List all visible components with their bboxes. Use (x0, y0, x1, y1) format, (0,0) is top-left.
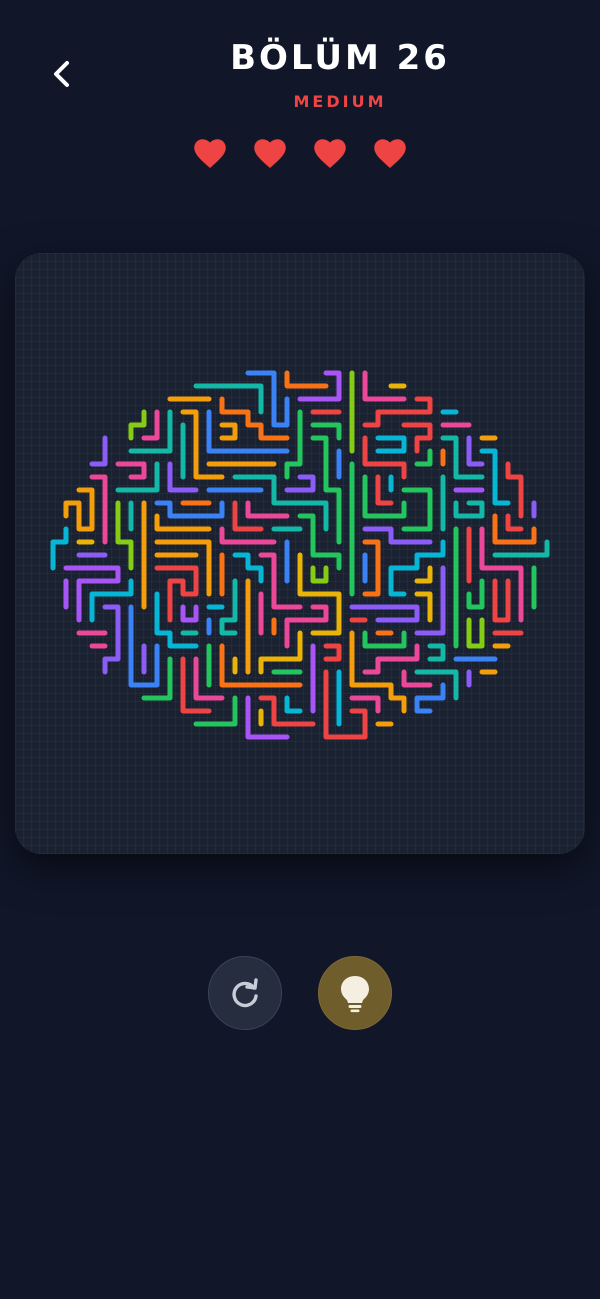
hint-button[interactable] (318, 956, 392, 1030)
maze-path[interactable] (440, 435, 485, 480)
restart-icon (232, 978, 258, 1008)
maze-path[interactable] (245, 695, 290, 740)
maze-path[interactable] (401, 487, 433, 532)
maze-path[interactable] (128, 409, 173, 454)
maze-path[interactable] (466, 578, 485, 610)
maze-path[interactable] (180, 409, 225, 480)
maze-path[interactable] (63, 487, 95, 532)
maze-path[interactable] (89, 578, 134, 623)
maze-path[interactable] (323, 643, 342, 662)
maze-path[interactable] (427, 643, 446, 662)
maze-path[interactable] (89, 435, 108, 467)
maze-path[interactable] (453, 500, 485, 519)
maze-path[interactable] (362, 643, 420, 675)
maze-path[interactable] (154, 565, 199, 623)
maze-path[interactable] (297, 513, 342, 571)
lives-display (0, 136, 600, 172)
maze-path[interactable] (466, 617, 485, 649)
maze-path[interactable] (284, 695, 303, 714)
heart-icon (314, 139, 346, 168)
level-title: BÖLÜM 26 (230, 38, 450, 78)
maze-path[interactable] (258, 552, 303, 610)
maze-lines[interactable] (15, 253, 585, 854)
maze-path[interactable] (232, 552, 264, 584)
maze-path[interactable] (505, 461, 524, 519)
maze-path[interactable] (362, 396, 433, 428)
maze-path[interactable] (284, 474, 316, 493)
maze-path[interactable] (479, 448, 511, 506)
maze-path[interactable] (362, 474, 407, 519)
maze-path[interactable] (115, 461, 147, 480)
maze-path[interactable] (219, 422, 238, 441)
maze-path[interactable] (284, 604, 329, 649)
heart-icon (254, 139, 286, 168)
puzzle-board[interactable] (15, 253, 585, 854)
maze-path[interactable] (245, 370, 290, 428)
maze-path[interactable] (310, 565, 329, 584)
maze-path[interactable] (401, 422, 433, 454)
maze-path[interactable] (375, 435, 407, 454)
difficulty-label: MEDIUM (293, 92, 387, 111)
lightbulb-icon (341, 976, 369, 1013)
maze-path[interactable] (414, 448, 433, 467)
maze-path[interactable] (492, 578, 511, 623)
maze-path[interactable] (219, 396, 290, 441)
heart-icon (194, 139, 226, 168)
maze-path[interactable] (128, 409, 147, 441)
maze-path[interactable] (258, 630, 303, 675)
maze-path[interactable] (414, 565, 433, 584)
controls-bar (0, 956, 600, 1030)
restart-button[interactable] (208, 956, 282, 1030)
maze-path[interactable] (50, 526, 69, 571)
maze-path[interactable] (505, 513, 524, 532)
maze-path[interactable] (180, 604, 199, 623)
maze-path[interactable] (284, 370, 329, 389)
maze-path[interactable] (362, 435, 407, 480)
maze-path[interactable] (414, 682, 446, 714)
maze-path[interactable] (388, 539, 446, 597)
maze-path[interactable] (102, 604, 121, 675)
heart-icon (374, 139, 406, 168)
maze-path[interactable] (323, 669, 368, 740)
